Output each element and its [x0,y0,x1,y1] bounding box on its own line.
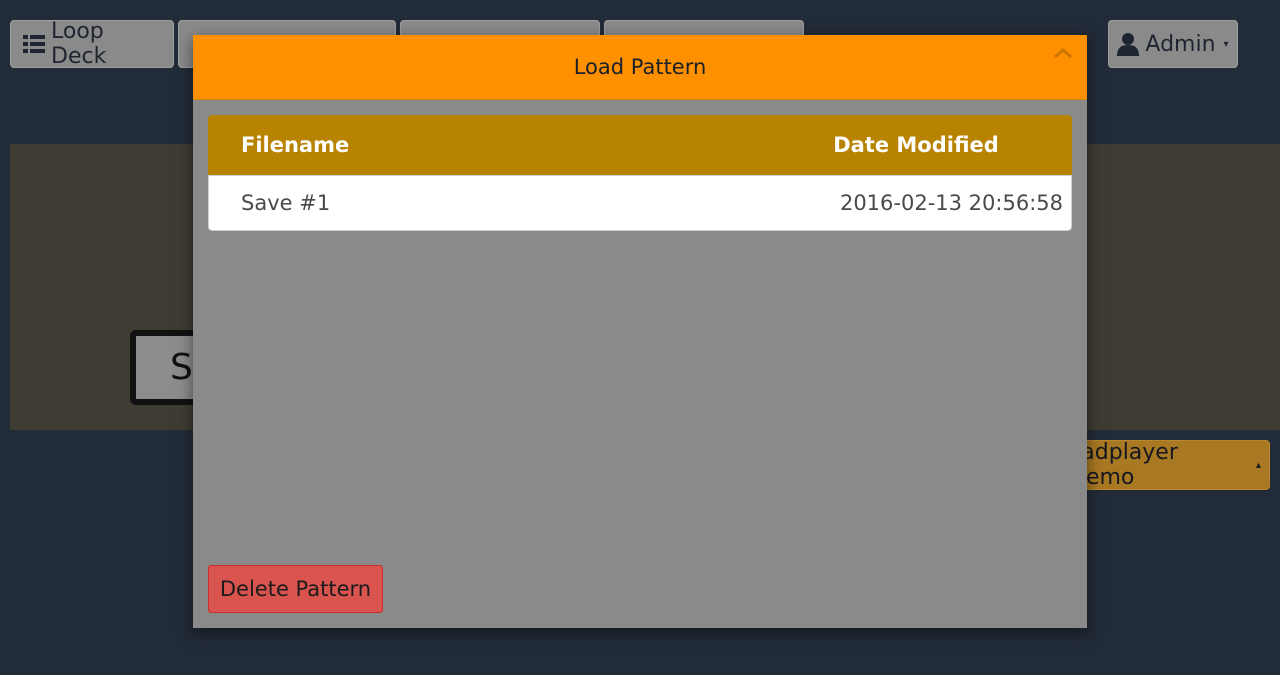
column-header-filename[interactable]: Filename [208,133,801,157]
user-icon [1117,32,1140,56]
row-date-modified: 2016-02-13 20:56:58 [839,191,1063,215]
chevron-down-icon: ▾ [1223,38,1229,50]
admin-label: Admin [1145,31,1216,57]
collapse-icon[interactable] [1053,47,1073,59]
chevron-up-icon: ▴ [1255,459,1261,471]
load-pattern-modal: Load Pattern Filename Date Modified Save… [193,35,1087,628]
loop-deck-label: Loop Deck [51,19,107,69]
table-row[interactable]: Save #1 2016-02-13 20:56:58 [208,175,1072,231]
background-pad-label: S [170,347,193,388]
delete-pattern-label: Delete Pattern [219,577,372,601]
patterns-table: Filename Date Modified Save #1 2016-02-1… [208,115,1072,231]
modal-title: Load Pattern [573,55,707,79]
loop-deck-button[interactable]: Loop Deck [10,19,174,69]
table-header: Filename Date Modified [208,115,1072,175]
padplayer-label: Padplayer Demo [1069,440,1178,490]
page: Loop Deck Admin ▾ S Padplayer Demo ▴ Loa… [0,0,1280,675]
padplayer-demo-dropdown[interactable]: Padplayer Demo ▴ [1068,440,1270,490]
column-header-date-modified[interactable]: Date Modified [801,133,1031,157]
row-filename: Save #1 [241,191,331,215]
list-icon [23,34,45,54]
admin-menu-button[interactable]: Admin ▾ [1108,20,1238,68]
modal-header: Load Pattern [193,35,1087,100]
delete-pattern-button[interactable]: Delete Pattern [208,565,383,613]
